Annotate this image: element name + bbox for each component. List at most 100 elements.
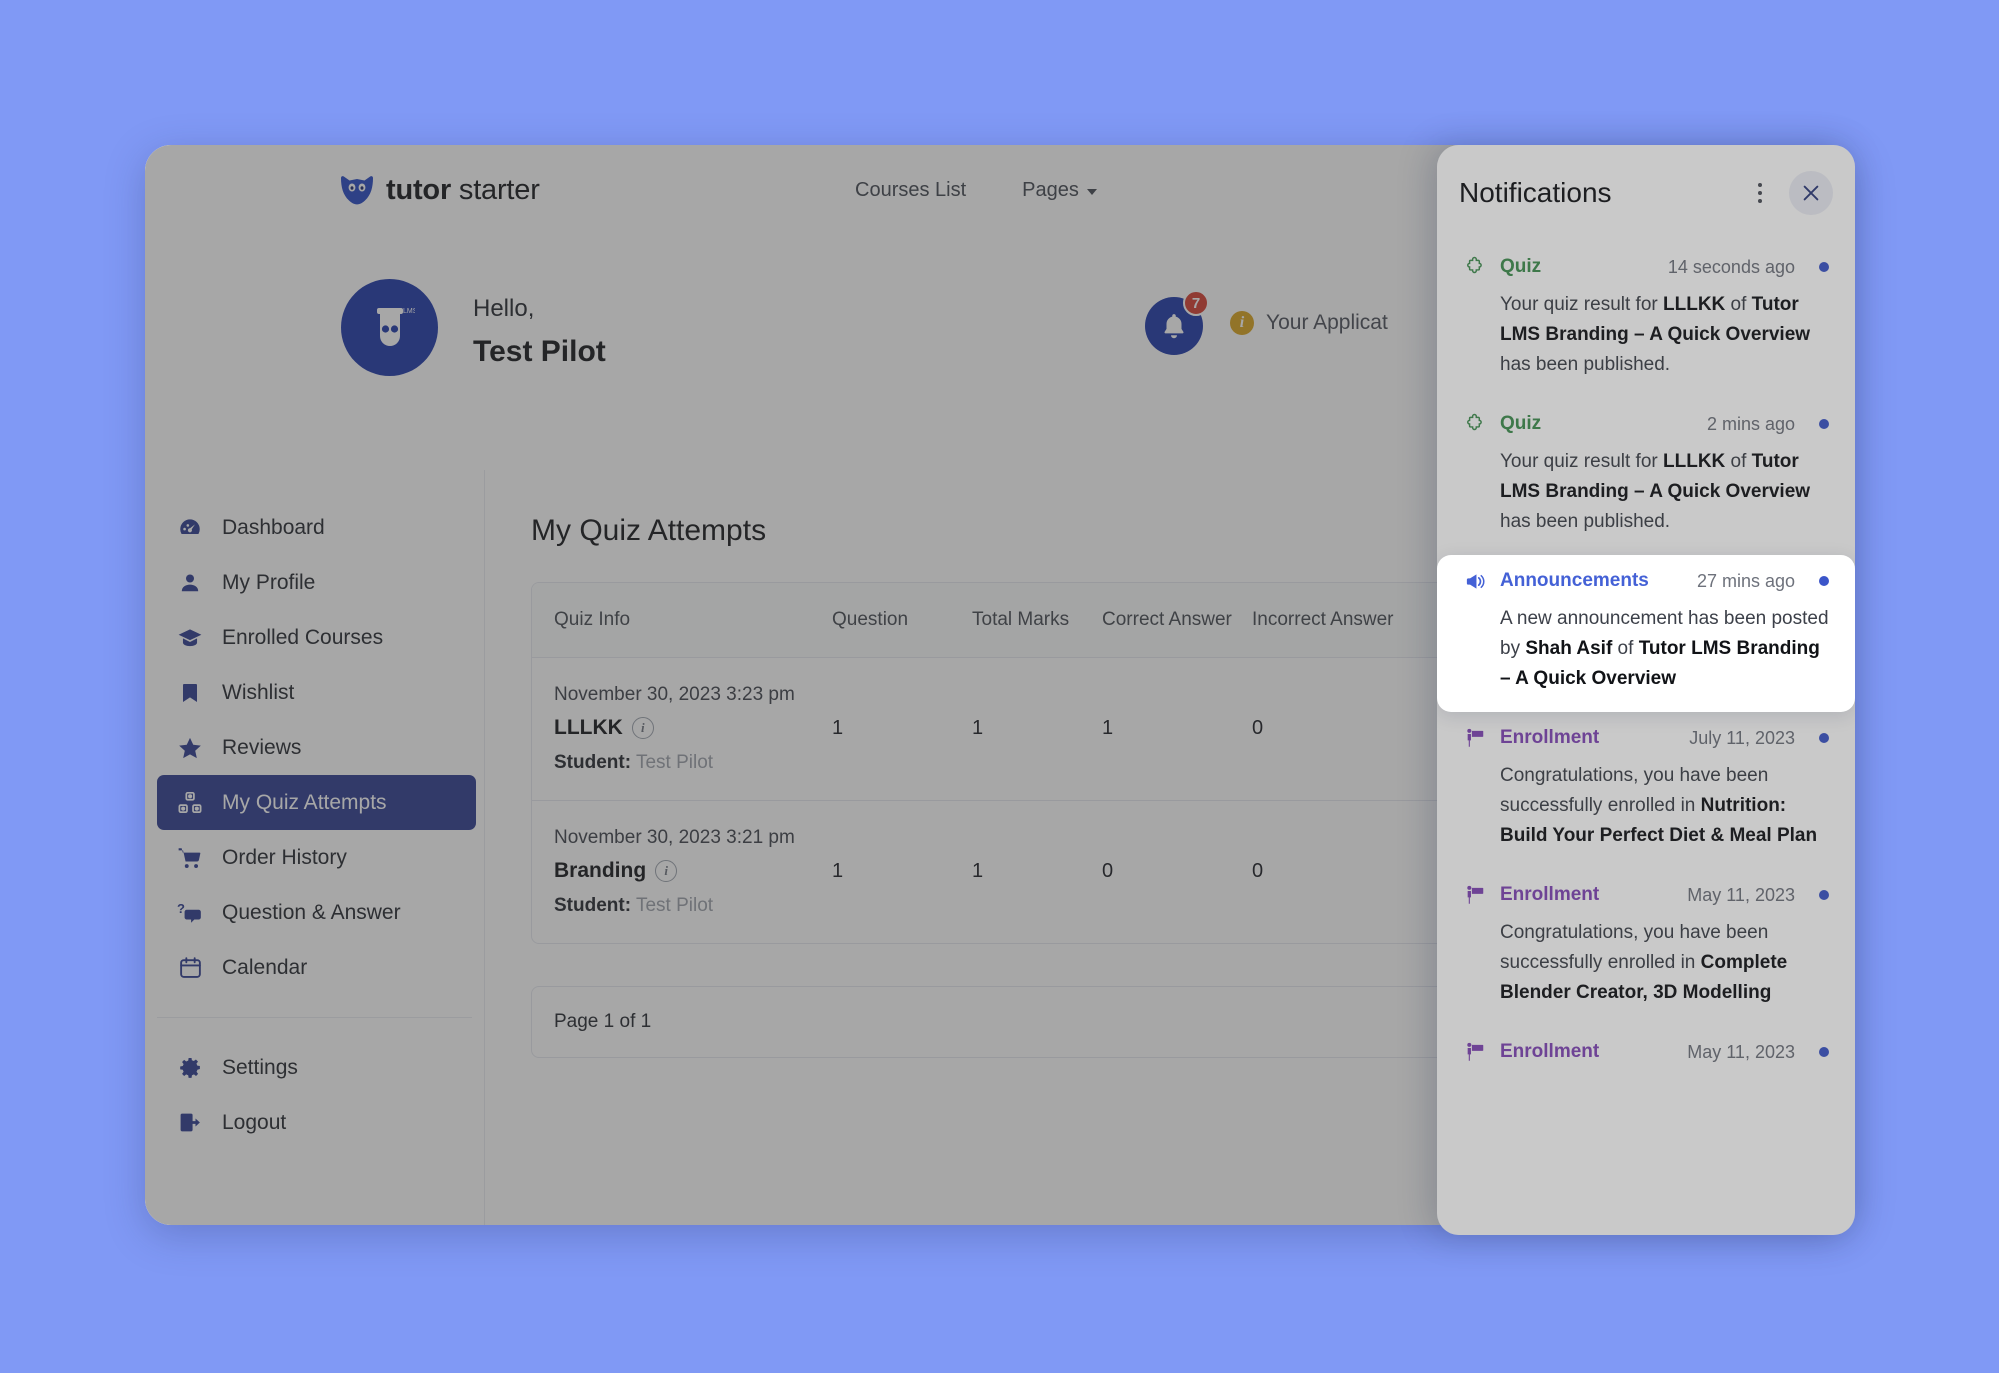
notifications-actions <box>1745 171 1833 215</box>
sidebar-item-settings[interactable]: Settings <box>157 1040 476 1095</box>
sidebar-item-my-quiz-attempts[interactable]: My Quiz Attempts <box>157 775 476 830</box>
sidebar-item-label: Calendar <box>222 955 308 979</box>
application-notice: i Your Applicat <box>1230 311 1388 335</box>
notifications-header: Notifications <box>1437 145 1855 241</box>
graduation-icon <box>177 625 203 651</box>
sidebar-item-question-answer[interactable]: ? Question & Answer <box>157 885 476 940</box>
brand-text: tutor starter <box>386 174 540 207</box>
nav-label: Courses List <box>855 178 967 201</box>
column-total-marks: Total Marks <box>972 583 1102 658</box>
info-icon[interactable]: i <box>631 716 654 739</box>
cell-incorrect-answer: 0 <box>1252 860 1264 883</box>
column-question: Question <box>832 583 972 658</box>
info-icon[interactable]: i <box>655 859 678 882</box>
cart-icon <box>177 845 203 871</box>
notification-meta: Enrollment May 11, 2023 <box>1463 1040 1829 1064</box>
notification-bell-wrap[interactable]: 7 <box>1145 290 1209 355</box>
unread-dot <box>1819 576 1829 587</box>
greeting-block: Hello, Test Pilot <box>473 291 606 369</box>
notification-item-highlighted[interactable]: Announcements 27 mins ago A new announce… <box>1437 555 1855 713</box>
nav-item-courses-list[interactable]: Courses List <box>855 179 966 202</box>
notification-type: Enrollment <box>1500 884 1600 906</box>
svg-text:?: ? <box>177 901 185 916</box>
quiz-info-cell: November 30, 2023 3:21 pm Branding i Stu… <box>532 801 832 943</box>
sidebar-item-label: Logout <box>222 1110 287 1134</box>
sidebar-item-dashboard[interactable]: Dashboard <box>157 500 476 555</box>
notification-time: July 11, 2023 <box>1689 727 1795 748</box>
notification-body: Your quiz result for LLLKK of Tutor LMS … <box>1500 451 1811 533</box>
unread-dot <box>1819 733 1829 744</box>
notification-type: Enrollment <box>1500 727 1600 749</box>
quiz-name-text: Branding <box>554 858 647 882</box>
column-incorrect-answer: Incorrect Answer <box>1252 583 1422 658</box>
notification-item[interactable]: Quiz 14 seconds ago Your quiz result for… <box>1437 241 1855 398</box>
quiz-info-cell: November 30, 2023 3:23 pm LLLKK i Studen… <box>532 658 832 801</box>
puzzle-icon <box>1463 255 1487 279</box>
svg-text:LMS: LMS <box>403 308 415 315</box>
sidebar-item-label: Dashboard <box>222 515 325 539</box>
close-icon[interactable] <box>1789 171 1833 215</box>
quiz-name: Branding i <box>554 859 832 883</box>
cell-total-marks: 1 <box>972 658 1102 801</box>
sidebar-item-order-history[interactable]: Order History <box>157 830 476 885</box>
notification-body: Your quiz result for LLLKK of Tutor LMS … <box>1500 294 1811 376</box>
sidebar-item-label: Wishlist <box>222 680 295 704</box>
sidebar-item-label: Reviews <box>222 735 302 759</box>
dashboard-icon <box>177 515 203 541</box>
sidebar-item-my-profile[interactable]: My Profile <box>157 555 476 610</box>
notification-time: May 11, 2023 <box>1687 884 1795 905</box>
notification-meta: Quiz 14 seconds ago <box>1463 255 1829 279</box>
owl-logo-icon <box>340 175 374 205</box>
logout-icon <box>177 1110 203 1136</box>
notification-time: May 11, 2023 <box>1687 1041 1795 1062</box>
brand-logo[interactable]: tutor starter <box>340 174 540 207</box>
notification-item[interactable]: Enrollment May 11, 2023 <box>1437 1026 1855 1093</box>
star-icon <box>177 735 203 761</box>
enrollment-icon <box>1463 883 1487 907</box>
quiz-blocks-icon <box>177 790 203 816</box>
student-name: Test Pilot <box>635 894 714 916</box>
quiz-name-text: LLLKK <box>554 715 623 739</box>
cell-correct-answer: 0 <box>1102 860 1114 883</box>
brand-bold: tutor <box>386 173 452 206</box>
avatar[interactable]: LMS <box>341 279 438 376</box>
sidebar-divider <box>157 1017 472 1018</box>
main-nav: Courses List Pages <box>855 179 1097 202</box>
notification-body: Congratulations, you have been successfu… <box>1500 765 1818 847</box>
enrollment-icon <box>1463 726 1487 750</box>
nav-item-pages[interactable]: Pages <box>1022 179 1097 202</box>
notifications-title: Notifications <box>1459 177 1612 208</box>
quiz-date: November 30, 2023 3:21 pm <box>554 826 795 848</box>
more-vertical-icon[interactable] <box>1745 178 1775 208</box>
unread-dot <box>1819 262 1829 272</box>
unread-dot <box>1819 419 1829 430</box>
sidebar-item-label: Order History <box>222 845 347 869</box>
student-label: Student: <box>554 751 632 773</box>
sidebar-item-logout[interactable]: Logout <box>157 1095 476 1150</box>
notification-type: Announcements <box>1500 570 1649 592</box>
qa-icon: ? <box>177 900 203 926</box>
notification-meta: Enrollment July 11, 2023 <box>1463 726 1829 750</box>
sidebar: Dashboard My Profile Enrolled Courses Wi… <box>145 470 485 1225</box>
notifications-list: Quiz 14 seconds ago Your quiz result for… <box>1437 241 1855 1093</box>
unread-dot <box>1819 1047 1829 1058</box>
notification-item[interactable]: Quiz 2 mins ago Your quiz result for LLL… <box>1437 398 1855 555</box>
info-circle-icon: i <box>1230 311 1254 335</box>
calendar-icon <box>177 955 203 981</box>
puzzle-icon <box>1463 412 1487 436</box>
sidebar-item-wishlist[interactable]: Wishlist <box>157 665 476 720</box>
gear-icon <box>177 1055 203 1081</box>
sidebar-item-label: Enrolled Courses <box>222 625 384 649</box>
sidebar-item-reviews[interactable]: Reviews <box>157 720 476 775</box>
notification-body: Congratulations, you have been successfu… <box>1500 922 1788 1004</box>
notifications-panel: Notifications Quiz 14 seconds ago Your q… <box>1437 145 1855 1235</box>
quiz-date: November 30, 2023 3:23 pm <box>554 683 795 705</box>
notification-item[interactable]: Enrollment May 11, 2023 Congratulations,… <box>1437 869 1855 1026</box>
notification-item[interactable]: Enrollment July 11, 2023 Congratulations… <box>1437 712 1855 869</box>
quiz-student: Student: Test Pilot <box>554 895 832 917</box>
notification-meta: Quiz 2 mins ago <box>1463 412 1829 436</box>
sidebar-item-enrolled-courses[interactable]: Enrolled Courses <box>157 610 476 665</box>
sidebar-item-calendar[interactable]: Calendar <box>157 940 476 995</box>
notification-time: 27 mins ago <box>1696 570 1795 591</box>
application-notice-text: Your Applicat <box>1266 311 1388 334</box>
